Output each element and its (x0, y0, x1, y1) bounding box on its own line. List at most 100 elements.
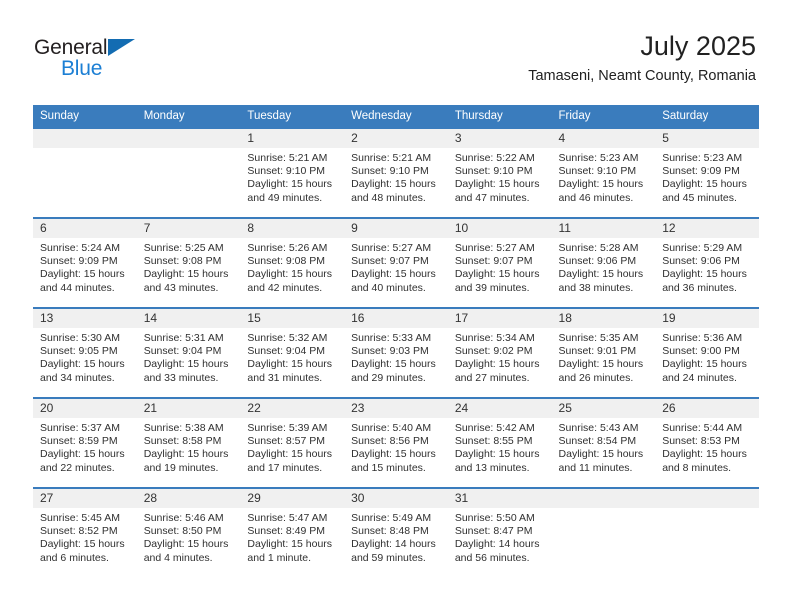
sunset-text: Sunset: 9:10 PM (247, 165, 326, 178)
sunrise-text: Sunrise: 5:23 AM (558, 152, 639, 164)
day-details: Sunrise: 5:35 AM Sunset: 9:01 PM Daylight:… (552, 328, 656, 385)
day-details: Sunrise: 5:34 AM Sunset: 9:02 PM Daylight:… (448, 328, 552, 385)
sunset-text: Sunset: 9:06 PM (558, 255, 637, 268)
day-number: 23 (344, 399, 448, 418)
day-number (33, 129, 137, 148)
calendar-empty-cell (655, 487, 759, 577)
day-details: Sunrise: 5:23 AM Sunset: 9:10 PM Daylight:… (552, 148, 656, 205)
calendar-day-cell[interactable]: 2 Sunrise: 5:21 AM Sunset: 9:10 PM Daylight… (344, 129, 448, 218)
sunrise-text: Sunrise: 5:47 AM (247, 512, 328, 524)
weekday-header-tuesday: Tuesday (240, 105, 345, 129)
sunrise-text: Sunrise: 5:39 AM (247, 422, 328, 434)
calendar-day-cell[interactable]: 27 Sunrise: 5:45 AM Sunset: 8:52 PM Dayligh… (33, 487, 137, 577)
day-details: Sunrise: 5:27 AM Sunset: 9:07 PM Daylight:… (448, 238, 552, 295)
sunrise-text: Sunrise: 5:46 AM (143, 512, 224, 524)
sunset-text: Sunset: 9:07 PM (454, 255, 533, 268)
day-details: Sunrise: 5:43 AM Sunset: 8:54 PM Daylight:… (552, 418, 656, 475)
day-details: Sunrise: 5:21 AM Sunset: 9:10 PM Daylight:… (240, 148, 344, 205)
calendar-day-cell[interactable]: 10 Sunrise: 5:27 AM Sunset: 9:07 PM Dayligh… (447, 217, 552, 308)
day-details: Sunrise: 5:38 AM Sunset: 8:58 PM Daylight:… (137, 418, 241, 475)
calendar-day-cell[interactable]: 7 Sunrise: 5:25 AM Sunset: 9:08 PM Daylight… (136, 217, 241, 308)
daylight-text: Daylight: 15 hours and 24 minutes. (662, 358, 747, 384)
calendar-day-cell[interactable]: 21 Sunrise: 5:38 AM Sunset: 8:58 PM Dayligh… (136, 397, 241, 488)
page-header: General Blue July 2025 Tamaseni, Neamt C… (0, 0, 792, 100)
sunset-text: Sunset: 9:08 PM (247, 255, 326, 268)
day-number (655, 489, 759, 508)
calendar-day-cell[interactable]: 22 Sunrise: 5:39 AM Sunset: 8:57 PM Dayligh… (240, 397, 345, 488)
logo-triangle-icon (108, 39, 135, 56)
calendar-week-row: 13 Sunrise: 5:30 AM Sunset: 9:05 PM Dayligh… (33, 307, 759, 398)
calendar-day-cell[interactable]: 5 Sunrise: 5:23 AM Sunset: 9:09 PM Daylight… (655, 129, 759, 218)
calendar-day-cell[interactable]: 26 Sunrise: 5:44 AM Sunset: 8:53 PM Dayligh… (655, 397, 759, 488)
daylight-text: Daylight: 15 hours and 33 minutes. (143, 358, 229, 384)
calendar-day-cell[interactable]: 17 Sunrise: 5:34 AM Sunset: 9:02 PM Dayligh… (447, 307, 552, 398)
calendar-day-cell[interactable]: 11 Sunrise: 5:28 AM Sunset: 9:06 PM Dayligh… (551, 217, 656, 308)
calendar-week-row: 27 Sunrise: 5:45 AM Sunset: 8:52 PM Dayligh… (33, 487, 759, 577)
calendar-day-cell[interactable]: 30 Sunrise: 5:49 AM Sunset: 8:48 PM Dayligh… (344, 487, 448, 577)
day-number: 2 (344, 129, 448, 148)
calendar-day-cell[interactable]: 13 Sunrise: 5:30 AM Sunset: 9:05 PM Dayligh… (33, 307, 137, 398)
calendar-day-cell[interactable]: 23 Sunrise: 5:40 AM Sunset: 8:56 PM Dayligh… (344, 397, 448, 488)
calendar-day-cell[interactable]: 20 Sunrise: 5:37 AM Sunset: 8:59 PM Dayligh… (33, 397, 137, 488)
daylight-text: Daylight: 15 hours and 17 minutes. (247, 448, 333, 474)
calendar-day-cell[interactable]: 14 Sunrise: 5:31 AM Sunset: 9:04 PM Dayligh… (136, 307, 241, 398)
day-details: Sunrise: 5:22 AM Sunset: 9:10 PM Daylight:… (448, 148, 552, 205)
day-number: 22 (240, 399, 345, 418)
day-details: Sunrise: 5:45 AM Sunset: 8:52 PM Daylight:… (33, 508, 137, 565)
day-details: Sunrise: 5:30 AM Sunset: 9:05 PM Daylight:… (33, 328, 137, 385)
day-details: Sunrise: 5:23 AM Sunset: 9:09 PM Daylight:… (655, 148, 759, 205)
daylight-text: Daylight: 14 hours and 59 minutes. (351, 538, 436, 564)
day-number: 11 (551, 219, 656, 238)
page-title: July 2025 (640, 31, 756, 61)
sunset-text: Sunset: 8:50 PM (143, 525, 222, 538)
sunrise-text: Sunrise: 5:29 AM (662, 242, 743, 254)
daylight-text: Daylight: 15 hours and 42 minutes. (247, 268, 333, 294)
day-details: Sunrise: 5:44 AM Sunset: 8:53 PM Daylight:… (655, 418, 759, 475)
sunset-text: Sunset: 8:55 PM (454, 435, 533, 448)
day-details: Sunrise: 5:40 AM Sunset: 8:56 PM Daylight:… (344, 418, 448, 475)
general-blue-logo: General Blue (34, 36, 154, 82)
daylight-text: Daylight: 15 hours and 26 minutes. (558, 358, 644, 384)
calendar-day-cell[interactable]: 19 Sunrise: 5:36 AM Sunset: 9:00 PM Dayligh… (655, 307, 759, 398)
calendar-day-cell[interactable]: 24 Sunrise: 5:42 AM Sunset: 8:55 PM Dayligh… (447, 397, 552, 488)
daylight-text: Daylight: 15 hours and 19 minutes. (143, 448, 229, 474)
calendar-day-cell[interactable]: 9 Sunrise: 5:27 AM Sunset: 9:07 PM Daylight… (344, 217, 448, 308)
daylight-text: Daylight: 15 hours and 39 minutes. (454, 268, 540, 294)
calendar-day-cell[interactable]: 28 Sunrise: 5:46 AM Sunset: 8:50 PM Dayligh… (136, 487, 241, 577)
calendar-week-row: 6 Sunrise: 5:24 AM Sunset: 9:09 PM Daylight… (33, 217, 759, 308)
daylight-text: Daylight: 15 hours and 36 minutes. (662, 268, 747, 294)
calendar-day-cell[interactable]: 18 Sunrise: 5:35 AM Sunset: 9:01 PM Dayligh… (551, 307, 656, 398)
sunrise-text: Sunrise: 5:50 AM (454, 512, 535, 524)
day-details: Sunrise: 5:27 AM Sunset: 9:07 PM Daylight:… (344, 238, 448, 295)
calendar-day-cell[interactable]: 12 Sunrise: 5:29 AM Sunset: 9:06 PM Dayligh… (655, 217, 759, 308)
daylight-text: Daylight: 15 hours and 45 minutes. (662, 178, 747, 204)
sunrise-text: Sunrise: 5:24 AM (40, 242, 120, 254)
calendar-day-cell[interactable]: 25 Sunrise: 5:43 AM Sunset: 8:54 PM Dayligh… (551, 397, 656, 488)
weekday-header-sunday: Sunday (33, 105, 137, 129)
calendar-day-cell[interactable]: 16 Sunrise: 5:33 AM Sunset: 9:03 PM Dayligh… (344, 307, 448, 398)
sunrise-text: Sunrise: 5:32 AM (247, 332, 328, 344)
sunrise-text: Sunrise: 5:37 AM (40, 422, 120, 434)
sunrise-text: Sunrise: 5:43 AM (558, 422, 639, 434)
calendar-day-cell[interactable]: 29 Sunrise: 5:47 AM Sunset: 8:49 PM Dayligh… (240, 487, 345, 577)
weekday-header-saturday: Saturday (655, 105, 759, 129)
day-number: 3 (447, 129, 552, 148)
calendar-day-cell[interactable]: 4 Sunrise: 5:23 AM Sunset: 9:10 PM Daylight… (551, 129, 656, 218)
calendar-day-cell[interactable]: 15 Sunrise: 5:32 AM Sunset: 9:04 PM Dayligh… (240, 307, 345, 398)
daylight-text: Daylight: 15 hours and 6 minutes. (40, 538, 125, 564)
daylight-text: Daylight: 15 hours and 34 minutes. (40, 358, 125, 384)
calendar-day-cell[interactable]: 31 Sunrise: 5:50 AM Sunset: 8:47 PM Dayligh… (447, 487, 552, 577)
sunset-text: Sunset: 8:52 PM (40, 525, 118, 538)
day-details: Sunrise: 5:49 AM Sunset: 8:48 PM Daylight:… (344, 508, 448, 565)
day-number: 19 (655, 309, 759, 328)
calendar-day-cell[interactable]: 3 Sunrise: 5:22 AM Sunset: 9:10 PM Daylight… (447, 129, 552, 218)
calendar-day-cell[interactable]: 1 Sunrise: 5:21 AM Sunset: 9:10 PM Daylight… (240, 129, 345, 218)
sunrise-text: Sunrise: 5:33 AM (351, 332, 432, 344)
calendar-day-cell[interactable]: 6 Sunrise: 5:24 AM Sunset: 9:09 PM Daylight… (33, 217, 137, 308)
sunset-text: Sunset: 9:00 PM (662, 345, 740, 358)
sunrise-text: Sunrise: 5:49 AM (351, 512, 432, 524)
sunrise-text: Sunrise: 5:40 AM (351, 422, 432, 434)
sunrise-text: Sunrise: 5:38 AM (143, 422, 224, 434)
calendar-day-cell[interactable]: 8 Sunrise: 5:26 AM Sunset: 9:08 PM Daylight… (240, 217, 345, 308)
day-number: 21 (136, 399, 241, 418)
